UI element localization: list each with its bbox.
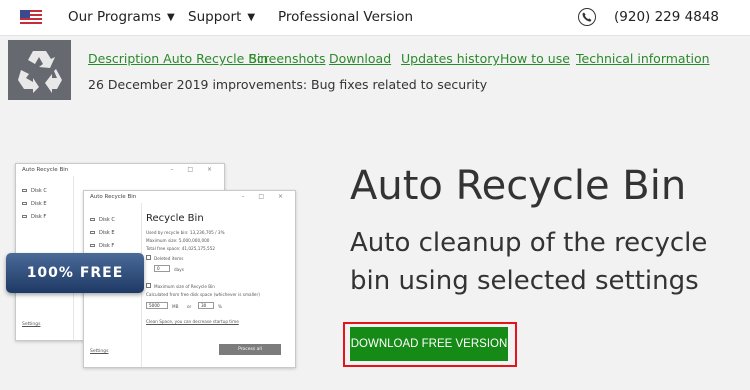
link-screenshots[interactable]: Screenshots [249, 51, 325, 66]
days-label: days [174, 267, 184, 272]
settings-link: Settings [90, 349, 109, 354]
us-flag-icon[interactable] [20, 10, 42, 24]
nav-professional-version[interactable]: Professional Version [278, 9, 413, 25]
free-ribbon-badge: 100% FREE [6, 253, 144, 293]
nav-support[interactable]: Support ▼ [188, 9, 255, 25]
disk-item: Disk E [22, 201, 47, 207]
chevron-down-icon: ▼ [247, 12, 256, 23]
page-title: Auto Recycle Bin [350, 163, 687, 209]
process-all-button: Process all [219, 344, 281, 355]
free-stat: Total free space: 41,025,175,552 [146, 246, 216, 251]
nav-our-programs[interactable]: Our Programs ▼ [68, 9, 175, 25]
or-label: or [187, 304, 192, 309]
page-subtitle: Auto cleanup of the recycle bin using se… [350, 228, 708, 296]
window-controls-icon: – □ × [241, 193, 289, 200]
link-how-to-use[interactable]: How to use [500, 51, 570, 66]
deleted-items-label: Deleted items [154, 256, 184, 261]
disk-item: Disk F [22, 214, 46, 220]
deleted-items-checkbox [146, 255, 151, 260]
days-field: 0 [154, 265, 170, 272]
disk-item: Disk E [90, 230, 115, 236]
percent-unit: % [218, 304, 222, 309]
max-size-checkbox [146, 283, 151, 288]
download-free-version-button[interactable]: DOWNLOAD FREE VERSION [350, 327, 508, 361]
disk-item: Disk C [90, 217, 115, 223]
window-title: Auto Recycle Bin [90, 194, 137, 200]
nav-professional-version-label: Professional Version [278, 9, 414, 25]
recycle-icon [8, 40, 71, 100]
nav-support-label: Support [188, 9, 242, 25]
link-description[interactable]: Description Auto Recycle Bin [88, 51, 268, 66]
top-nav-bar: Our Programs ▼ Support ▼ Professional Vers… [0, 0, 750, 36]
link-download[interactable]: Download [329, 51, 391, 66]
calc-label: Calculated from free disk space (whichev… [146, 292, 260, 297]
nav-our-programs-label: Our Programs [68, 9, 162, 25]
size-field: 5000 [146, 302, 168, 309]
size-unit: MB [172, 304, 179, 309]
disk-item: Disk F [90, 243, 114, 249]
phone-icon [578, 8, 596, 26]
link-updates-history[interactable]: Updates history [401, 51, 500, 66]
used-stat: Used by recycle bin: 13,236,705 / 3% [146, 230, 225, 235]
settings-link: Settings [22, 322, 41, 327]
link-technical-information[interactable]: Technical information [576, 51, 710, 66]
phone-number[interactable]: (920) 229 4848 [614, 9, 719, 25]
percent-field: 30 [198, 302, 214, 309]
window-controls-icon: – □ × [170, 166, 218, 173]
maximum-stat: Maximum size: 5,000,000,000 [146, 238, 210, 243]
cleanup-link: Clean Space, you can decrease startup ti… [146, 319, 239, 324]
max-size-label: Maximum size of Recycle Bin [154, 284, 215, 289]
update-note: 26 December 2019 improvements: Bug fixes… [88, 77, 488, 92]
chevron-down-icon: ▼ [167, 12, 175, 23]
disk-item: Disk C [22, 188, 47, 194]
window-heading: Recycle Bin [146, 213, 204, 224]
window-title: Auto Recycle Bin [22, 167, 69, 173]
